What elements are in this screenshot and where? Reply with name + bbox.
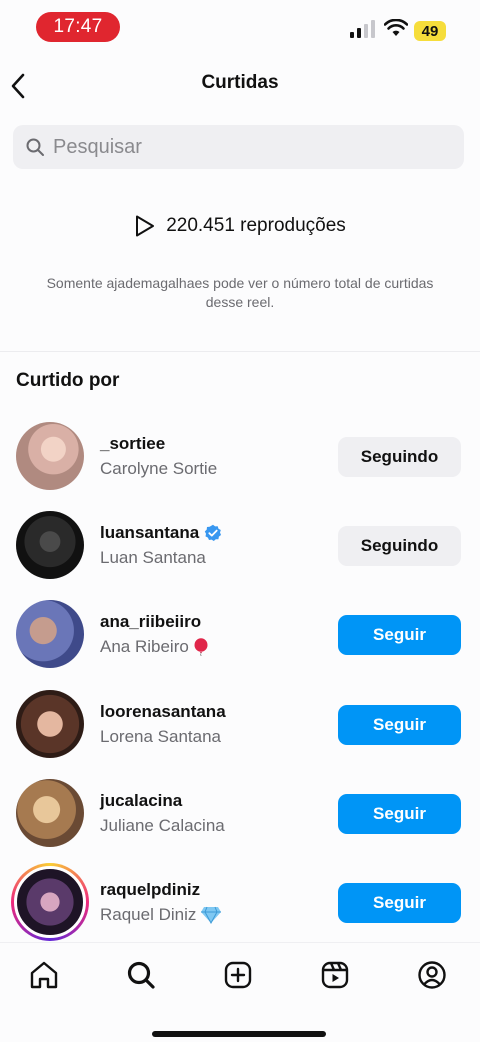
user-row[interactable]: jucalacina Juliane Calacina Seguir	[0, 779, 480, 869]
divider	[0, 351, 480, 352]
follow-button[interactable]: Seguir	[338, 883, 461, 923]
plays-count: 220.451 reproduções	[0, 214, 480, 238]
fullname: Luan Santana	[100, 548, 206, 567]
username[interactable]: luansantana	[100, 523, 222, 543]
home-indicator[interactable]	[152, 1031, 326, 1037]
username[interactable]: ana_riibeiiro	[100, 612, 201, 632]
page-title: Curtidas	[201, 72, 279, 93]
wifi-icon	[384, 19, 408, 36]
explore-search-icon	[127, 961, 155, 989]
search-input[interactable]	[53, 135, 433, 159]
nav-reels[interactable]	[319, 959, 351, 991]
fullname: Lorena Santana	[100, 727, 221, 746]
follow-button[interactable]: Seguir	[338, 794, 461, 834]
reels-icon	[321, 961, 349, 989]
username[interactable]: loorenasantana	[100, 702, 226, 722]
username[interactable]: _sortiee	[100, 434, 165, 454]
fullname: Ana Ribeiro	[100, 637, 209, 657]
username[interactable]: raquelpdiniz	[100, 880, 200, 900]
search-bar[interactable]	[13, 125, 464, 169]
bottom-nav	[0, 942, 480, 1042]
nav-explore[interactable]	[125, 959, 157, 991]
user-row[interactable]: _sortiee Carolyne Sortie Seguindo	[0, 422, 480, 512]
avatar[interactable]	[16, 600, 84, 668]
user-row[interactable]: loorenasantana Lorena Santana Seguir	[0, 690, 480, 780]
search-icon	[26, 138, 44, 156]
user-row[interactable]: raquelpdiniz Raquel Diniz Seguir	[0, 863, 480, 953]
fullname: Juliane Calacina	[100, 816, 225, 835]
avatar	[14, 866, 86, 938]
avatar[interactable]	[16, 779, 84, 847]
nav-profile[interactable]	[416, 959, 448, 991]
fullname: Carolyne Sortie	[100, 459, 218, 478]
section-title: Curtido por	[16, 370, 120, 391]
nav-create[interactable]	[222, 959, 254, 991]
nav-home[interactable]	[28, 959, 60, 991]
following-button[interactable]: Seguindo	[338, 437, 461, 477]
username-text: luansantana	[100, 523, 200, 542]
header: Curtidas	[0, 62, 480, 108]
avatar[interactable]	[16, 422, 84, 490]
avatar-with-story[interactable]	[11, 863, 89, 941]
status-bar: 17:47 49	[0, 0, 480, 54]
profile-icon	[418, 961, 446, 989]
avatar[interactable]	[16, 690, 84, 758]
diamond-emoji	[201, 906, 222, 924]
user-row[interactable]: luansantana Luan Santana Seguindo	[0, 511, 480, 601]
verified-icon	[205, 524, 222, 541]
create-plus-icon	[224, 961, 252, 989]
play-icon	[136, 215, 155, 237]
fullname-text: Ana Ribeiro	[100, 637, 189, 656]
status-time: 17:47	[36, 12, 120, 42]
follow-button[interactable]: Seguir	[338, 615, 461, 655]
fullname-text: Raquel Diniz	[100, 905, 197, 924]
privacy-note: Somente ajademagalhaes pode ver o número…	[46, 275, 434, 310]
battery-indicator: 49	[414, 21, 446, 41]
balloon-emoji	[194, 638, 208, 656]
cellular-signal-icon	[350, 20, 375, 38]
home-icon	[30, 961, 58, 989]
plays-text: 220.451 reproduções	[166, 215, 346, 236]
fullname: Raquel Diniz	[100, 905, 222, 925]
username[interactable]: jucalacina	[100, 791, 182, 811]
follow-button[interactable]: Seguir	[338, 705, 461, 745]
following-button[interactable]: Seguindo	[338, 526, 461, 566]
user-row[interactable]: ana_riibeiiro Ana Ribeiro Seguir	[0, 600, 480, 690]
avatar[interactable]	[16, 511, 84, 579]
